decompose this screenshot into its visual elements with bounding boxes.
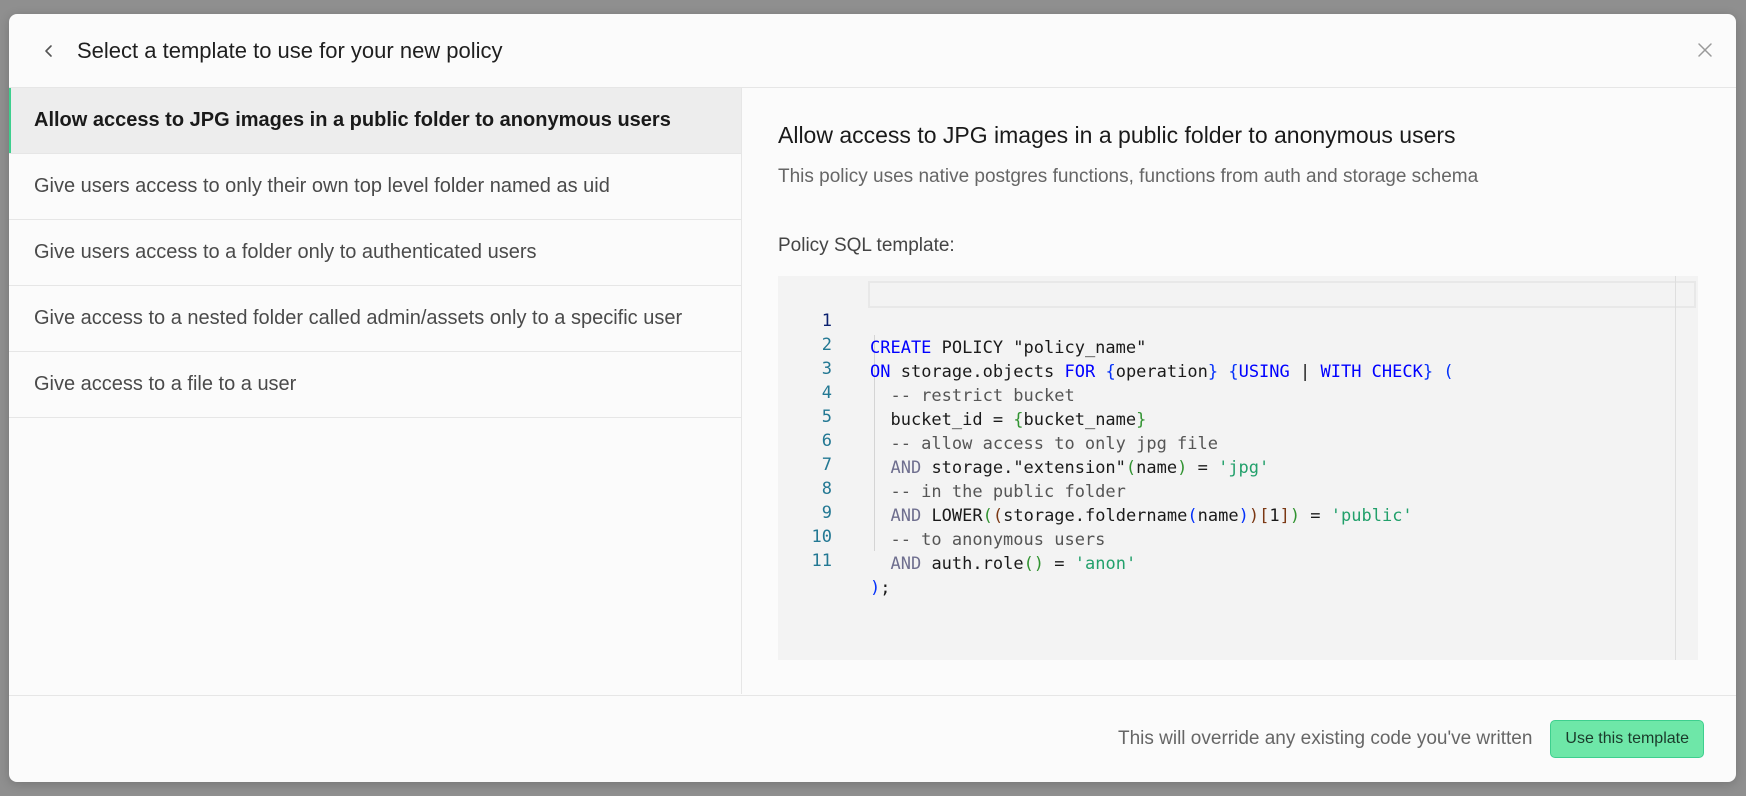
template-list: Allow access to JPG images in a public f…	[9, 88, 742, 694]
code-line: 4 bucket_id = {bucket_name}	[778, 353, 1147, 430]
chevron-left-icon[interactable]	[37, 39, 61, 63]
code-text: -- restrict bucket	[870, 386, 1075, 406]
detail-title: Allow access to JPG images in a public f…	[778, 122, 1456, 148]
sql-template-label: Policy SQL template:	[778, 235, 955, 256]
detail-description: This policy uses native postgres functio…	[778, 166, 1479, 187]
template-item-own-folder[interactable]: Give users access to only their own top …	[9, 154, 741, 220]
code-line: 6 AND storage."extension"(name) = 'jpg'	[778, 401, 1270, 478]
code-line: 2 ON storage.objects FOR {operation} {US…	[778, 305, 1454, 382]
template-item-file-to-user[interactable]: Give access to a file to a user	[9, 352, 741, 418]
modal-title: Select a template to use for your new po…	[77, 37, 503, 63]
code-text: ON storage.objects FOR {operation} {USIN…	[870, 362, 1454, 382]
line-number: 11	[811, 551, 832, 571]
override-warning: This will override any existing code you…	[1117, 728, 1533, 749]
code-text: -- allow access to only jpg file	[870, 434, 1218, 454]
code-line: 5 -- allow access to only jpg file	[778, 377, 1218, 454]
code-text: -- in the public folder	[870, 482, 1126, 502]
template-item-authenticated-folder[interactable]: Give users access to a folder only to au…	[9, 220, 741, 286]
code-text: );	[870, 578, 891, 598]
code-text: bucket_id = {bucket_name}	[870, 410, 1147, 430]
code-line: 11 );	[778, 521, 891, 598]
template-item-jpg-public[interactable]: Allow access to JPG images in a public f…	[9, 88, 741, 154]
template-modal: Select a template to use for your new po…	[9, 14, 1736, 782]
code-line: 1 CREATE POLICY "policy_name"	[778, 281, 1147, 358]
code-line: 3 -- restrict bucket	[778, 329, 1075, 406]
code-text: AND auth.role() = 'anon'	[890, 554, 1137, 574]
code-text: AND LOWER((storage.foldername(name))[1])…	[890, 506, 1413, 526]
code-line: 8 AND LOWER((storage.foldername(name))[1…	[778, 449, 1413, 526]
code-text: -- to anonymous users	[870, 530, 1106, 550]
template-item-nested-admin-folder[interactable]: Give access to a nested folder called ad…	[9, 286, 741, 352]
use-template-button[interactable]: Use this template	[1550, 720, 1704, 758]
code-line: 10 AND auth.role() = 'anon'	[778, 497, 1137, 574]
code-text: AND storage."extension"(name) = 'jpg'	[890, 458, 1270, 478]
sql-code-editor[interactable]: 1 CREATE POLICY "policy_name" 2 ON stora…	[778, 276, 1698, 660]
code-line: 9 -- to anonymous users	[778, 473, 1106, 550]
close-icon[interactable]	[1694, 39, 1716, 61]
code-line: 7 -- in the public folder	[778, 425, 1126, 502]
editor-scrollbar[interactable]	[1675, 276, 1676, 660]
modal-header: Select a template to use for your new po…	[9, 14, 1736, 88]
code-text: CREATE POLICY "policy_name"	[870, 338, 1147, 358]
modal-footer: This will override any existing code you…	[9, 695, 1736, 782]
current-line-highlight	[868, 281, 1696, 308]
template-detail: Allow access to JPG images in a public f…	[742, 88, 1736, 694]
